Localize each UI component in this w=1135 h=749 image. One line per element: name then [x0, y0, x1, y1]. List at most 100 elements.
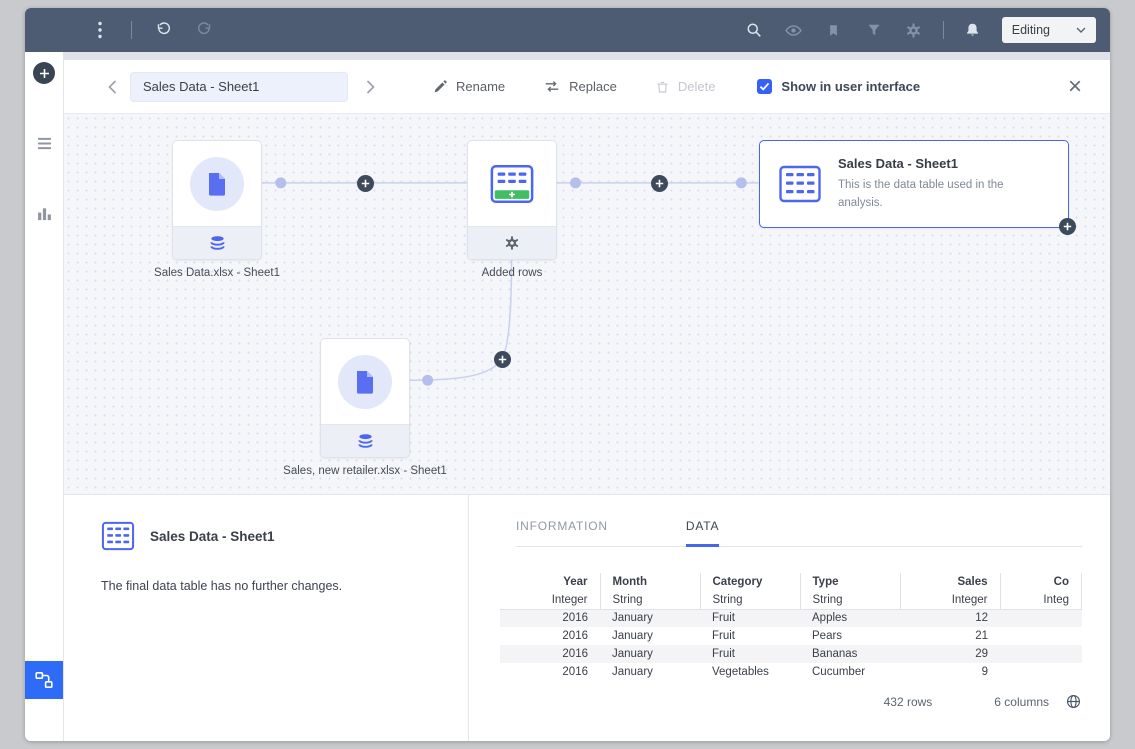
close-icon[interactable]: ×	[1064, 75, 1086, 99]
data-canvas-tile[interactable]	[25, 661, 63, 699]
chevron-left-icon[interactable]	[102, 75, 122, 99]
cell: January	[600, 645, 700, 663]
file-circle	[338, 355, 392, 409]
swap-icon	[543, 79, 561, 94]
add-transformation-button[interactable]	[357, 175, 374, 192]
cell: January	[600, 609, 700, 627]
column-header: Sales	[900, 573, 1000, 591]
column-count: 6 columns	[994, 695, 1049, 709]
gear-icon[interactable]	[903, 19, 925, 41]
bell-icon[interactable]	[962, 19, 984, 41]
toolbar-separator	[943, 21, 944, 39]
canvas-node-added-rows: Added rows	[467, 140, 557, 260]
chevron-right-icon[interactable]	[360, 75, 380, 99]
column-type: Integ	[1000, 591, 1082, 609]
column-header: Category	[700, 573, 800, 591]
check-icon	[759, 82, 770, 91]
cell	[1000, 645, 1082, 663]
table-row: 2016 January Vegetables Cucumber 9	[500, 663, 1082, 681]
chevron-down-icon	[1076, 27, 1086, 33]
kebab-menu-icon[interactable]	[89, 19, 111, 41]
details-tabs: INFORMATION DATA	[516, 519, 1082, 547]
data-canvas: Sales Data.xlsx - Sheet1	[64, 114, 1110, 495]
final-table-node[interactable]: Sales Data - Sheet1 This is the data tab…	[759, 140, 1069, 228]
bookmark-icon[interactable]	[823, 19, 845, 41]
node-label: Sales Data.xlsx - Sheet1	[154, 267, 280, 279]
cell: 9	[900, 663, 1000, 681]
eye-icon[interactable]	[783, 19, 805, 41]
plus-icon	[361, 179, 370, 188]
table-row: 2016 January Fruit Apples 12	[500, 609, 1082, 627]
node-footer	[468, 226, 556, 259]
delete-label: Delete	[678, 79, 716, 94]
cell: January	[600, 663, 700, 681]
delete-button[interactable]: Delete	[655, 79, 716, 95]
operation-node-card[interactable]	[467, 140, 557, 260]
cell: 2016	[500, 609, 600, 627]
table-icon	[101, 519, 135, 553]
cell: 21	[900, 627, 1000, 645]
add-rows-icon	[489, 161, 535, 207]
show-in-ui-checkbox[interactable]	[757, 79, 772, 94]
add-transformation-button[interactable]	[1059, 218, 1076, 235]
tab-data[interactable]: DATA	[686, 519, 719, 546]
column-type: Integer	[500, 591, 600, 609]
cell: Fruit	[700, 645, 800, 663]
file-icon	[206, 171, 228, 197]
cell: Bananas	[800, 645, 900, 663]
cell	[1000, 627, 1082, 645]
main-panel: Rename Replace Delete Show in u	[63, 52, 1110, 741]
undo-icon[interactable]	[152, 19, 174, 41]
window-body: Rename Replace Delete Show in u	[25, 52, 1110, 741]
pencil-icon	[432, 79, 448, 95]
rename-label: Rename	[456, 79, 505, 94]
final-node-description: This is the data table used in the analy…	[838, 177, 1043, 212]
column-header: Month	[600, 573, 700, 591]
cell	[1000, 609, 1082, 627]
replace-button[interactable]: Replace	[543, 79, 617, 94]
plus-icon	[1063, 222, 1072, 231]
add-transformation-button[interactable]	[494, 351, 511, 368]
cell: 12	[900, 609, 1000, 627]
redo-icon[interactable]	[194, 19, 216, 41]
connector-port	[275, 177, 286, 188]
add-button[interactable]	[33, 62, 55, 84]
show-in-ui-label: Show in user interface	[781, 79, 920, 94]
replace-label: Replace	[569, 79, 617, 94]
cell: 2016	[500, 627, 600, 645]
mode-dropdown-label: Editing	[1012, 23, 1050, 37]
database-icon	[357, 433, 374, 449]
details-title: Sales Data - Sheet1	[150, 529, 275, 544]
search-icon[interactable]	[743, 19, 765, 41]
filter-icon[interactable]	[863, 19, 885, 41]
table-row: 2016 January Fruit Pears 21	[500, 627, 1082, 645]
source-node-card[interactable]	[320, 338, 410, 458]
details-panel: Sales Data - Sheet1 The final data table…	[64, 495, 1110, 741]
row-count: 432 rows	[884, 695, 933, 709]
cell: January	[600, 627, 700, 645]
tab-information[interactable]: INFORMATION	[516, 519, 608, 546]
top-toolbar: Editing	[25, 8, 1110, 52]
column-type: String	[800, 591, 900, 609]
toolbar-separator	[131, 21, 132, 39]
bar-chart-icon[interactable]	[33, 202, 55, 224]
canvas-node-source-2: Sales, new retailer.xlsx - Sheet1	[320, 338, 410, 458]
connector-port	[736, 177, 747, 188]
app-window: Editing	[25, 8, 1110, 741]
globe-icon[interactable]	[1065, 693, 1082, 710]
cell: 2016	[500, 645, 600, 663]
rename-button[interactable]: Rename	[432, 79, 505, 95]
add-transformation-button[interactable]	[651, 175, 668, 192]
mode-dropdown[interactable]: Editing	[1002, 17, 1096, 43]
column-type: String	[600, 591, 700, 609]
column-types-row: Integer String String String Integer Int…	[500, 591, 1082, 609]
source-node-card[interactable]	[172, 140, 262, 260]
source-name-input[interactable]	[130, 72, 348, 102]
desktop-background: Editing	[0, 0, 1135, 749]
file-icon	[354, 369, 376, 395]
cell: Vegetables	[700, 663, 800, 681]
plus-icon	[655, 179, 664, 188]
pages-list-icon[interactable]	[33, 132, 55, 154]
column-header: Type	[800, 573, 900, 591]
file-circle	[190, 157, 244, 211]
